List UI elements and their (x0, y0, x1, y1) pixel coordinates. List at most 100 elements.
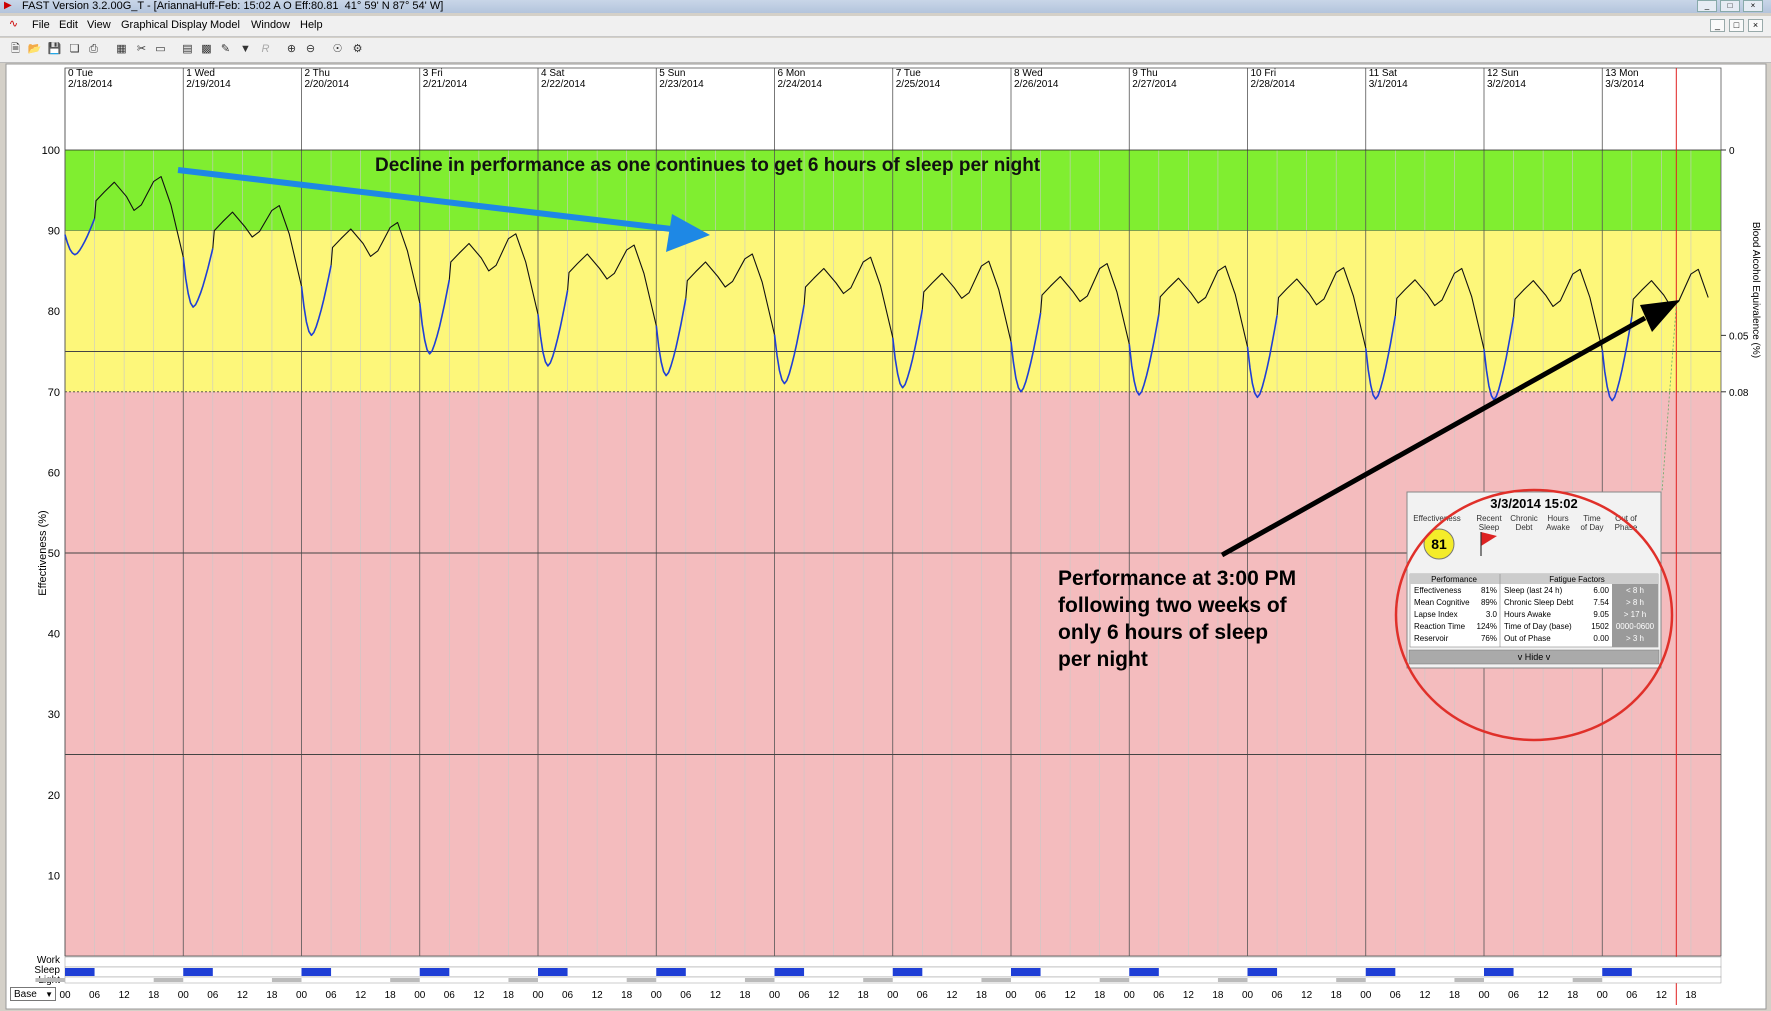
sleep-bar (1602, 968, 1632, 976)
hour-tick-label: 06 (444, 990, 456, 1001)
popup-performance-label: Reaction Time (1414, 622, 1466, 631)
right-tick-label: 0.05 (1729, 331, 1749, 342)
hour-tick-label: 18 (976, 990, 988, 1001)
performance-annotation-line: Performance at 3:00 PM (1058, 567, 1296, 590)
sleep-bar (301, 968, 332, 976)
popup-fatigue-value: 0.00 (1593, 634, 1609, 643)
popup-performance-value: 3.0 (1486, 610, 1498, 619)
hour-tick-label: 06 (326, 990, 338, 1001)
day-label: 5 Sun (659, 68, 685, 79)
performance-annotation-line: only 6 hours of sleep (1058, 621, 1268, 644)
popup-performance-label: Reservoir (1414, 634, 1449, 643)
popup-performance-value: 89% (1481, 598, 1497, 607)
chevron-down-icon: ▼ (45, 990, 53, 999)
hour-tick-label: 12 (828, 990, 840, 1001)
dark-bar (508, 978, 538, 982)
y-tick-label: 90 (48, 226, 60, 238)
hour-tick-label: 00 (1360, 990, 1372, 1001)
popup-fatigue-threshold: < 8 h (1626, 586, 1644, 595)
hour-tick-label: 12 (1656, 990, 1668, 1001)
right-axis-label: Blood Alcohol Equivalence (%) (1750, 222, 1761, 358)
dark-bar (1336, 978, 1366, 982)
effectiveness-badge-value: 81 (1431, 536, 1447, 552)
hour-tick-label: 12 (1538, 990, 1550, 1001)
sleep-bar (183, 968, 213, 976)
y-tick-label: 50 (48, 548, 60, 560)
popup-fatigue-threshold: 0000-0600 (1616, 622, 1655, 631)
popup-datetime: 3/3/2014 15:02 (1490, 496, 1577, 511)
base-select[interactable]: Base ▼ (10, 987, 56, 1001)
hour-tick-label: 06 (89, 990, 101, 1001)
day-label: 11 Sat (1369, 68, 1397, 79)
sleep-bar (538, 968, 568, 976)
popup-performance-title: Performance (1431, 575, 1477, 584)
hour-tick-label: 06 (1626, 990, 1638, 1001)
hour-tick-label: 18 (1094, 990, 1106, 1001)
sleep-bar (774, 968, 805, 976)
popup-factor-header: Effectiveness (1413, 514, 1460, 523)
dark-bar (626, 978, 657, 982)
hour-tick-label: 00 (1597, 990, 1609, 1001)
date-label: 2/26/2014 (1014, 79, 1059, 90)
date-label: 2/25/2014 (896, 79, 941, 90)
day-label: 13 Mon (1605, 68, 1638, 79)
hide-button-label: v Hide v (1518, 652, 1551, 662)
hour-tick-label: 00 (1478, 990, 1490, 1001)
dark-bar (153, 978, 184, 982)
dark-bar (744, 978, 775, 982)
hour-tick-label: 12 (473, 990, 485, 1001)
sleep-bar (1247, 968, 1278, 976)
date-label: 2/21/2014 (423, 79, 468, 90)
date-label: 2/28/2014 (1251, 79, 1296, 90)
popup-factor-header: Hours (1547, 514, 1568, 523)
hour-tick-label: 12 (119, 990, 131, 1001)
hour-tick-label: 00 (296, 990, 308, 1001)
base-select-value: Base (14, 989, 37, 1000)
popup-fatigue-threshold: > 8 h (1626, 598, 1644, 607)
hour-tick-label: 00 (1005, 990, 1017, 1001)
popup-fatigue-value: 1502 (1591, 622, 1609, 631)
day-label: 3 Fri (423, 68, 443, 79)
date-label: 3/1/2014 (1369, 79, 1408, 90)
hour-tick-label: 12 (946, 990, 958, 1001)
date-label: 3/2/2014 (1487, 79, 1526, 90)
hour-tick-label: 18 (1567, 990, 1579, 1001)
popup-factor-header: Debt (1516, 523, 1534, 532)
date-label: 2/24/2014 (778, 79, 823, 90)
dark-bar (1572, 978, 1603, 982)
hour-tick-label: 12 (592, 990, 604, 1001)
day-label: 1 Wed (186, 68, 215, 79)
popup-performance-label: Lapse Index (1414, 610, 1458, 619)
hour-tick-label: 12 (1065, 990, 1077, 1001)
dark-bar (1099, 978, 1130, 982)
day-label: 12 Sun (1487, 68, 1519, 79)
hour-tick-label: 18 (148, 990, 160, 1001)
popup-performance-value: 76% (1481, 634, 1497, 643)
y-tick-label: 80 (48, 306, 60, 318)
hour-tick-label: 06 (917, 990, 929, 1001)
date-label: 3/3/2014 (1605, 79, 1644, 90)
dark-bar (981, 978, 1011, 982)
hour-tick-label: 06 (207, 990, 219, 1001)
y-tick-label: 60 (48, 467, 60, 479)
hour-tick-label: 06 (1035, 990, 1047, 1001)
hour-tick-label: 12 (1419, 990, 1431, 1001)
hour-tick-label: 18 (503, 990, 515, 1001)
hour-tick-label: 06 (680, 990, 692, 1001)
hour-tick-label: 18 (1331, 990, 1343, 1001)
sleep-bar (892, 968, 923, 976)
sleep-bar (656, 968, 686, 976)
day-label: 7 Tue (896, 68, 921, 79)
popup-factor-header: Sleep (1479, 523, 1500, 532)
day-label: 6 Mon (778, 68, 806, 79)
popup-fatigue-label: Sleep (last 24 h) (1504, 586, 1563, 595)
hour-tick-label: 00 (414, 990, 426, 1001)
hour-tick-label: 00 (59, 990, 71, 1001)
right-tick-label: 0.08 (1729, 388, 1749, 399)
hour-tick-label: 18 (266, 990, 278, 1001)
day-label: 9 Thu (1132, 68, 1157, 79)
popup-factor-header: Recent (1476, 514, 1502, 523)
hour-tick-label: 18 (858, 990, 870, 1001)
sleep-bar (1365, 968, 1396, 976)
sleep-bar (1129, 968, 1159, 976)
